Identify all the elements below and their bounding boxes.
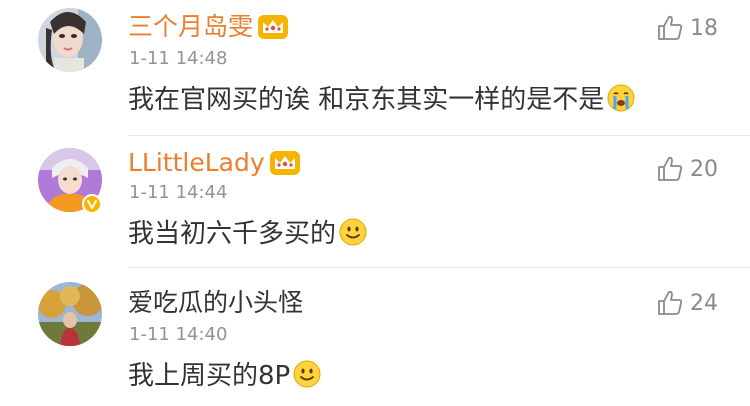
comment-text-row: 我上周买的8P	[128, 360, 321, 392]
comment-item: 三个月岛雯 1-11 14:48 我在官网买的诶 和京东其实一样的是不是 18	[0, 0, 750, 136]
username[interactable]: 爱吃瓜的小头怪	[128, 288, 303, 318]
timestamp: 1-11 14:48	[129, 48, 228, 69]
like-button[interactable]: 20	[656, 154, 718, 184]
crying-emoji-icon	[607, 84, 635, 112]
verified-badge-icon	[82, 194, 102, 214]
username-text[interactable]: 爱吃瓜的小头怪	[128, 288, 303, 317]
username-text[interactable]: 三个月岛雯	[128, 12, 253, 41]
comment-text-row: 我在官网买的诶 和京东其实一样的是不是	[128, 84, 635, 116]
like-button[interactable]: 18	[656, 13, 718, 43]
comment-item: 爱吃瓜的小头怪 1-11 14:40 我上周买的8P 24	[0, 268, 750, 406]
comment-text: 我上周买的8P	[128, 361, 291, 391]
timestamp: 1-11 14:40	[129, 324, 228, 345]
comment-text-row: 我当初六千多买的	[128, 218, 367, 250]
thumbs-up-icon	[658, 15, 683, 40]
like-count: 18	[690, 15, 718, 41]
thumbs-up-icon	[658, 290, 683, 315]
like-count: 20	[690, 156, 718, 182]
crown-icon	[269, 151, 300, 175]
username[interactable]: 三个月岛雯	[128, 12, 289, 42]
timestamp: 1-11 14:44	[129, 182, 228, 203]
username-text[interactable]: LLittleLady	[128, 148, 265, 177]
comment-item: LLittleLady 1-11 14:44 我当初六千多买的 20	[0, 136, 750, 268]
comment-text: 我在官网买的诶 和京东其实一样的是不是	[128, 85, 605, 115]
comment-text: 我当初六千多买的	[128, 219, 337, 249]
like-button[interactable]: 24	[656, 288, 718, 318]
username[interactable]: LLittleLady	[128, 148, 301, 178]
crown-icon	[258, 15, 289, 39]
smile-emoji-icon	[339, 218, 367, 246]
like-count: 24	[690, 290, 718, 316]
thumbs-up-icon	[658, 156, 683, 181]
comment-list: 三个月岛雯 1-11 14:48 我在官网买的诶 和京东其实一样的是不是 18 …	[0, 0, 750, 406]
avatar[interactable]	[38, 282, 102, 346]
smile-emoji-icon	[293, 360, 321, 388]
avatar[interactable]	[38, 8, 102, 72]
